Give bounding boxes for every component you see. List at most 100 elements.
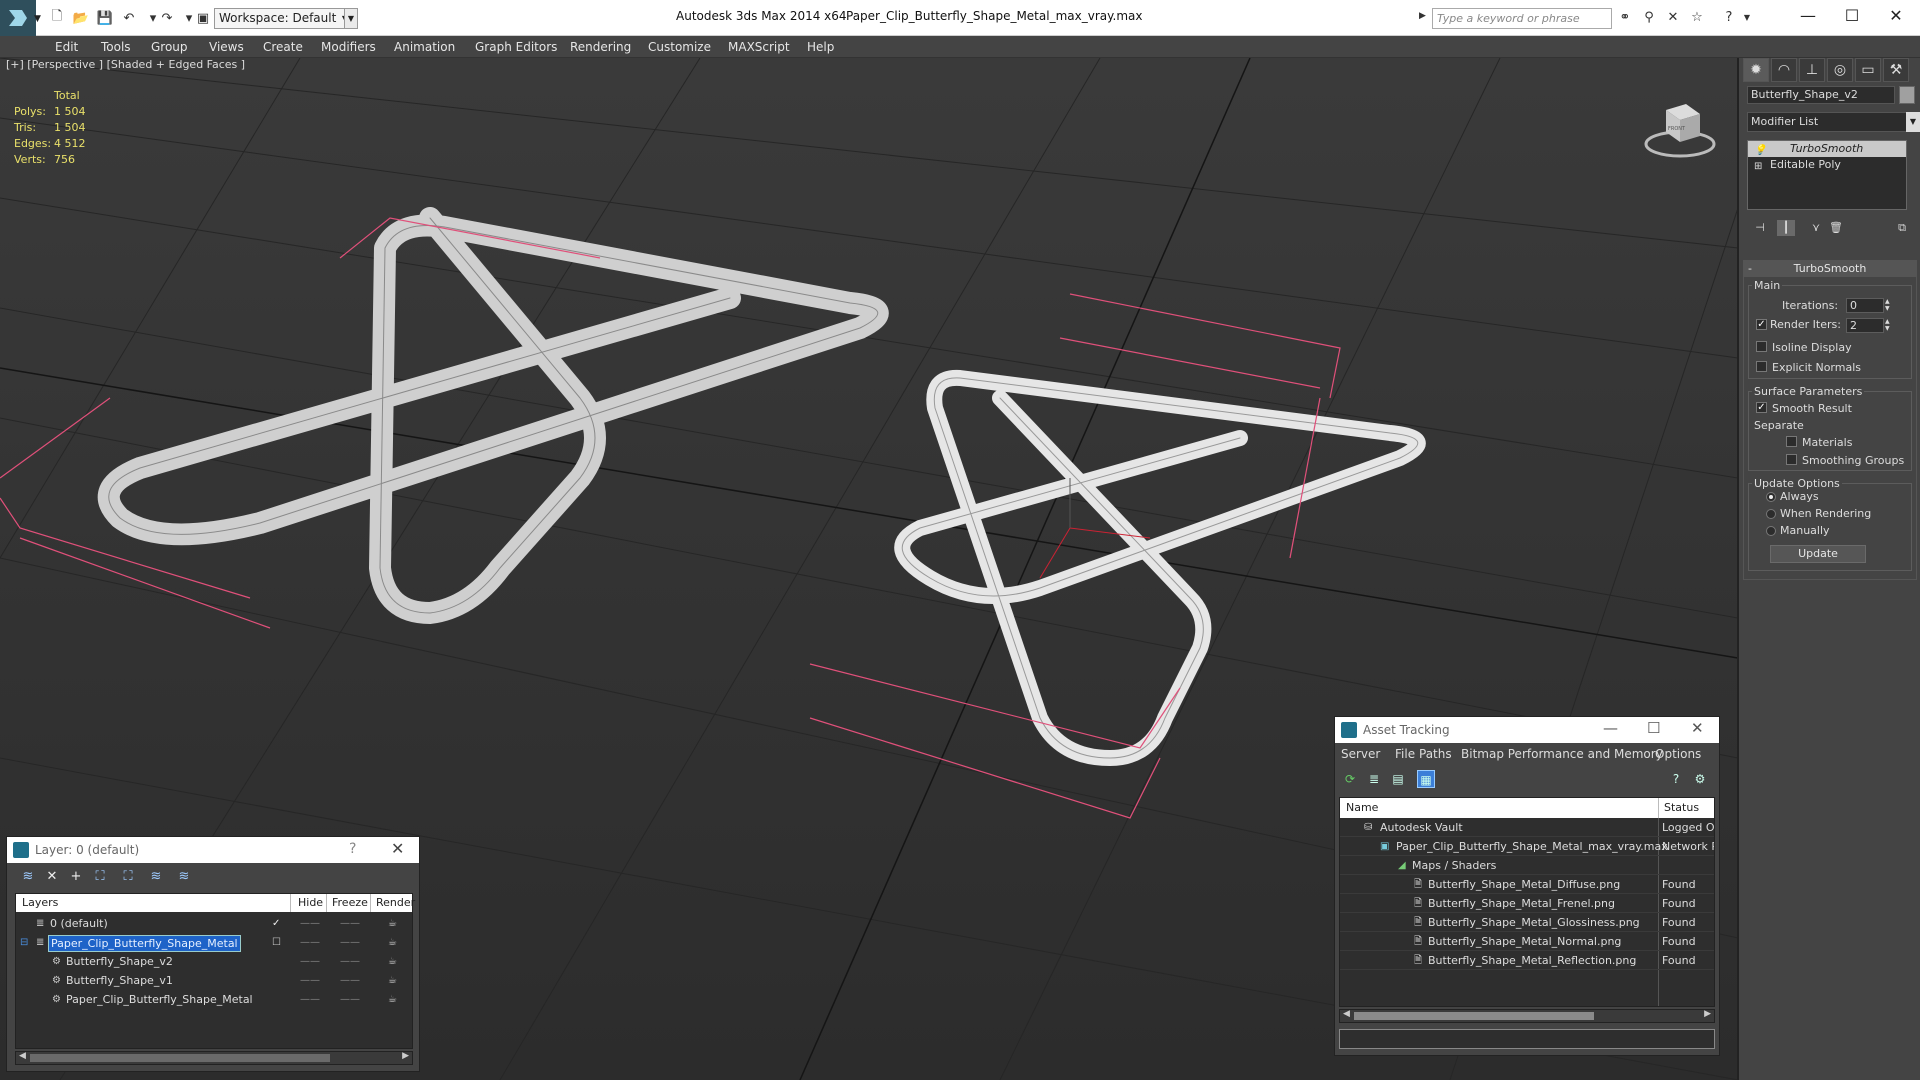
- hide-toggle[interactable]: ——: [300, 933, 320, 952]
- search-input[interactable]: Type a keyword or phrase: [1432, 8, 1612, 29]
- new-file-icon[interactable]: 🗋: [48, 9, 66, 27]
- thumbnail-view-icon[interactable]: ▤: [1389, 770, 1407, 788]
- make-unique-icon[interactable]: ⋎: [1807, 220, 1825, 236]
- asset-dialog-titlebar[interactable]: Asset Tracking — ☐ ✕: [1335, 717, 1719, 743]
- configure-modifier-sets-icon[interactable]: ⧉: [1893, 220, 1911, 236]
- list-view-icon[interactable]: ≣: [1365, 770, 1383, 788]
- menu-customize[interactable]: Customize: [648, 40, 711, 54]
- menu-modifiers[interactable]: Modifiers: [321, 40, 376, 54]
- modifier-list-dropdown[interactable]: Modifier List ▼: [1747, 112, 1920, 132]
- render-iters-spinner[interactable]: 2 ▲ ▼: [1846, 318, 1890, 333]
- active-layer-box-icon[interactable]: ☐: [272, 933, 281, 952]
- materials-checkbox[interactable]: [1786, 436, 1797, 447]
- menu-help[interactable]: Help: [807, 40, 834, 54]
- modify-tab-icon[interactable]: ◠: [1771, 58, 1797, 82]
- freeze-toggle[interactable]: ——: [340, 914, 360, 933]
- asset-row[interactable]: ⛁ Autodesk Vault Logged Ou: [1340, 818, 1714, 837]
- hide-all-layers-icon[interactable]: ≋: [147, 868, 165, 886]
- freeze-toggle[interactable]: ——: [340, 971, 360, 990]
- utilities-tab-icon[interactable]: ⚒: [1883, 58, 1909, 82]
- column-status[interactable]: Status: [1664, 801, 1699, 814]
- refresh-icon[interactable]: ⟳: [1341, 770, 1359, 788]
- column-layers[interactable]: Layers: [22, 896, 58, 909]
- render-teapot-icon[interactable]: ☕: [388, 914, 397, 933]
- asset-row[interactable]: ◢ Maps / Shaders: [1340, 856, 1714, 875]
- open-file-icon[interactable]: 📂: [72, 9, 90, 27]
- object-color-swatch[interactable]: [1899, 86, 1915, 104]
- freeze-toggle[interactable]: ——: [340, 990, 360, 1009]
- smooth-result-checkbox[interactable]: ✓: [1756, 402, 1767, 413]
- always-radio[interactable]: [1766, 492, 1776, 502]
- spinner-arrows-icon[interactable]: ▲ ▼: [1885, 298, 1893, 312]
- scroll-right-icon[interactable]: ▶: [402, 1051, 409, 1061]
- column-render[interactable]: Render: [376, 896, 415, 909]
- column-freeze[interactable]: Freeze: [332, 896, 368, 909]
- freeze-toggle[interactable]: ——: [340, 952, 360, 971]
- add-to-layer-icon[interactable]: +: [67, 868, 85, 886]
- layer-horizontal-scrollbar[interactable]: ◀ ▶: [15, 1051, 413, 1065]
- active-layer-check-icon[interactable]: ✓: [272, 914, 280, 933]
- workspace-extra-dropdown[interactable]: ▼: [344, 8, 358, 29]
- asset-row[interactable]: 🗎 Butterfly_Shape_Metal_Frenel.png Found: [1340, 894, 1714, 913]
- select-objects-icon[interactable]: ⛶: [91, 868, 109, 886]
- scroll-left-icon[interactable]: ◀: [1343, 1009, 1350, 1019]
- smoothing-groups-checkbox[interactable]: [1786, 454, 1797, 465]
- asset-menu-paths[interactable]: Paths: [1419, 747, 1452, 761]
- redo-icon[interactable]: ↷: [158, 9, 176, 27]
- isoline-display-checkbox[interactable]: [1756, 341, 1767, 352]
- help-dropdown-icon[interactable]: ▼: [1738, 9, 1756, 27]
- asset-path-field[interactable]: [1339, 1029, 1715, 1049]
- layer-row[interactable]: ⊟ ≣ Paper_Clip_Butterfly_Shape_Metal ☐ —…: [16, 933, 412, 952]
- paperclip-butterfly-v2[interactable]: [894, 369, 1426, 766]
- menu-tools[interactable]: Tools: [101, 40, 131, 54]
- scroll-right-icon[interactable]: ▶: [1704, 1009, 1711, 1019]
- hide-toggle[interactable]: ——: [300, 914, 320, 933]
- save-file-icon[interactable]: 💾: [96, 9, 114, 27]
- menu-edit[interactable]: Edit: [55, 40, 78, 54]
- hide-toggle[interactable]: ——: [300, 952, 320, 971]
- app-logo-icon[interactable]: [0, 0, 36, 36]
- create-tab-icon[interactable]: ✹: [1743, 58, 1769, 82]
- when-rendering-radio[interactable]: [1766, 509, 1776, 519]
- render-teapot-icon[interactable]: ☕: [388, 971, 397, 990]
- undo-icon[interactable]: ↶: [120, 9, 138, 27]
- asset-menu-options[interactable]: Options: [1655, 747, 1701, 761]
- binoculars-icon[interactable]: ⚭: [1616, 9, 1634, 27]
- viewcube[interactable]: FRONT: [1640, 88, 1720, 168]
- pin-stack-icon[interactable]: ⊣: [1751, 220, 1769, 236]
- favorites-star-icon[interactable]: ☆: [1688, 9, 1706, 27]
- column-hide[interactable]: Hide: [298, 896, 323, 909]
- subscription-icon[interactable]: ⚲: [1640, 9, 1658, 27]
- workspace-dropdown[interactable]: Workspace: Default ▼: [214, 8, 352, 29]
- update-button[interactable]: Update: [1770, 545, 1866, 563]
- asset-horizontal-scrollbar[interactable]: ◀ ▶: [1339, 1009, 1715, 1023]
- explicit-normals-checkbox[interactable]: [1756, 361, 1767, 372]
- hide-toggle[interactable]: ——: [300, 971, 320, 990]
- asset-row[interactable]: 🗎 Butterfly_Shape_Metal_Normal.png Found: [1340, 932, 1714, 951]
- delete-layer-icon[interactable]: ✕: [43, 868, 61, 886]
- spinner-arrows-icon[interactable]: ▲ ▼: [1885, 318, 1893, 332]
- asset-menu-server[interactable]: Server: [1341, 747, 1380, 761]
- asset-row[interactable]: 🗎 Butterfly_Shape_Metal_Glossiness.png F…: [1340, 913, 1714, 932]
- render-iters-checkbox[interactable]: ✓: [1756, 319, 1767, 330]
- project-folder-icon[interactable]: ▣: [194, 9, 212, 27]
- help-icon[interactable]: ?: [1667, 770, 1685, 788]
- help-icon[interactable]: ?: [1720, 9, 1738, 27]
- object-name-field[interactable]: Butterfly_Shape_v2: [1747, 86, 1895, 104]
- app-menu-arrow-icon[interactable]: ▼: [34, 14, 41, 24]
- hide-toggle[interactable]: ——: [300, 990, 320, 1009]
- scroll-left-icon[interactable]: ◀: [19, 1051, 26, 1061]
- menu-group[interactable]: Group: [151, 40, 188, 54]
- layer-dialog-titlebar[interactable]: Layer: 0 (default) ? ✕: [7, 837, 419, 863]
- close-icon[interactable]: ✕: [1876, 4, 1916, 28]
- display-tab-icon[interactable]: ▭: [1855, 58, 1881, 82]
- asset-row[interactable]: ▣ Paper_Clip_Butterfly_Shape_Metal_max_v…: [1340, 837, 1714, 856]
- create-layer-icon[interactable]: ≋: [19, 868, 37, 886]
- layer-row[interactable]: ⚙ Butterfly_Shape_v1 —— —— ☕: [16, 971, 412, 990]
- menu-animation[interactable]: Animation: [394, 40, 455, 54]
- render-teapot-icon[interactable]: ☕: [388, 933, 397, 952]
- layer-row[interactable]: ⚙ Butterfly_Shape_v2 —— —— ☕: [16, 952, 412, 971]
- options-icon[interactable]: ⚙: [1691, 770, 1709, 788]
- expand-plus-icon[interactable]: ⊞: [1754, 159, 1762, 175]
- asset-menu-file[interactable]: File: [1395, 747, 1415, 761]
